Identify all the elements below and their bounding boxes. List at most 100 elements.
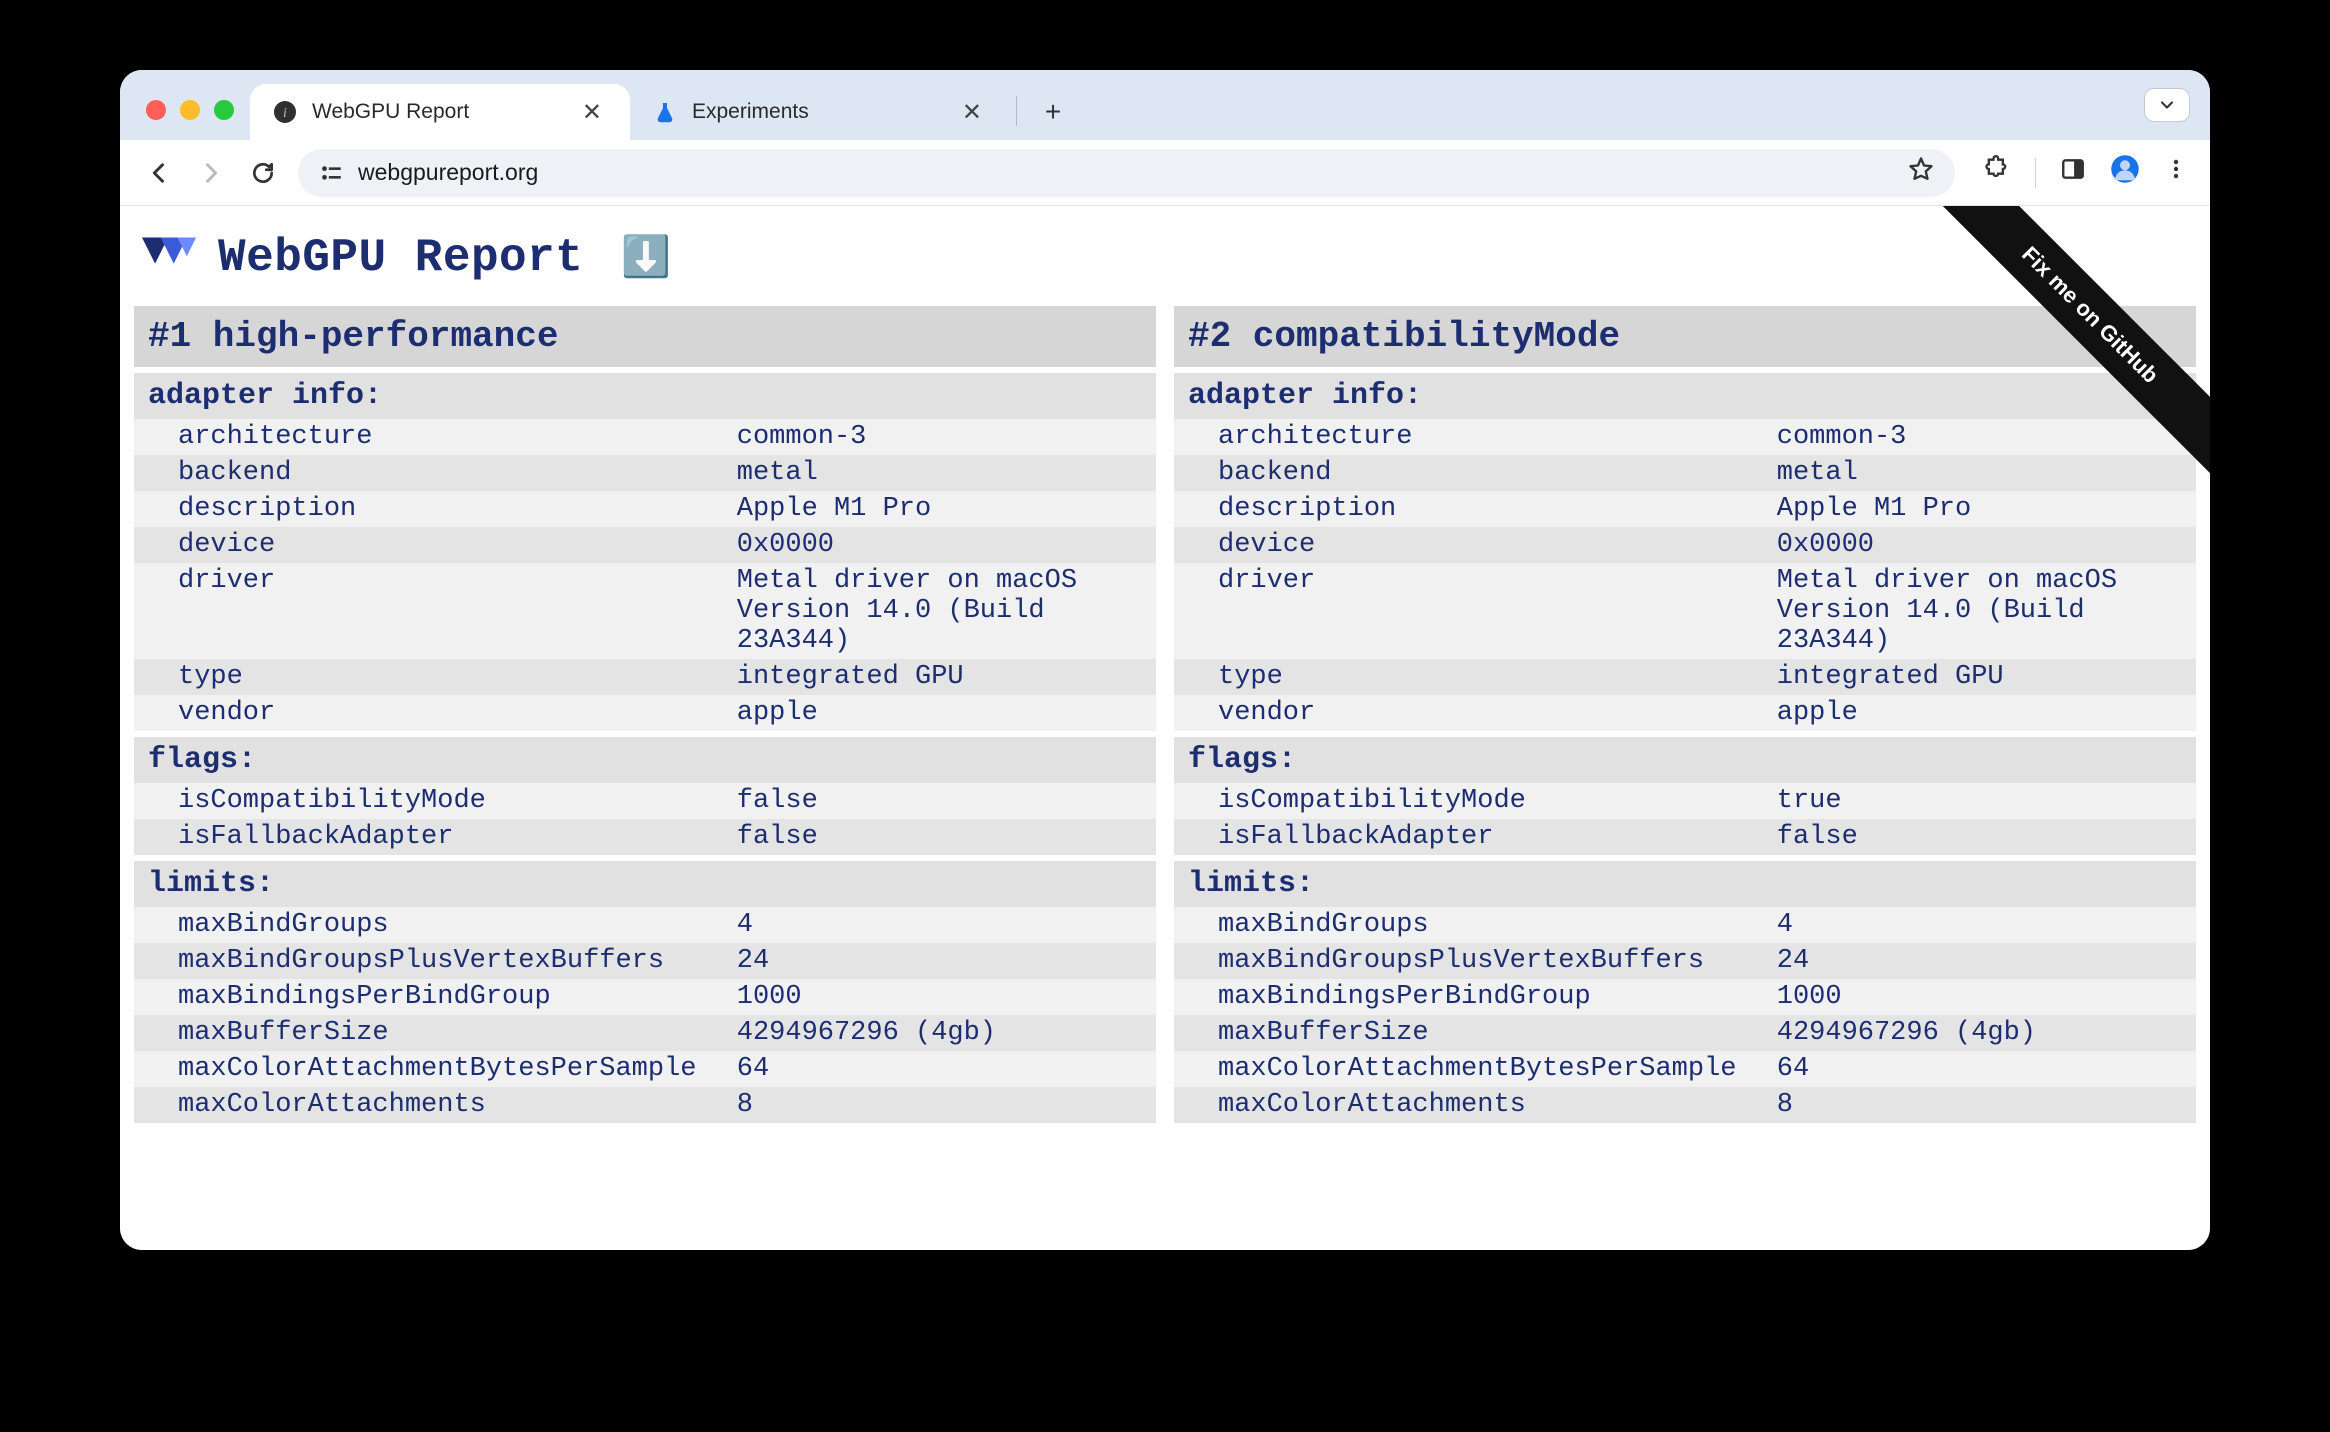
row-value: 24 [1767,943,2196,979]
row-key: backend [134,455,727,491]
tab-close-button[interactable]: ✕ [956,96,988,129]
toolbar-icons [1973,154,2188,191]
tab-separator [1016,96,1017,126]
row-value: integrated GPU [1767,659,2196,695]
row-key: backend [1174,455,1767,491]
window-minimize-button[interactable] [180,100,200,120]
row-value: 1000 [727,979,1156,1015]
window-controls [134,100,250,140]
row-value: 4 [1767,907,2196,943]
table-row: maxBindingsPerBindGroup1000 [134,979,1156,1015]
page-header: WebGPU Report ⬇️ [120,206,2210,306]
adapter-heading: #1 high-performance [134,306,1156,367]
row-value: true [1767,783,2196,819]
table-row: vendorapple [134,695,1156,731]
tab-title: Experiments [692,100,942,124]
row-key: isFallbackAdapter [1174,819,1767,855]
tabs-dropdown-button[interactable] [2144,88,2190,122]
url-field[interactable]: webgpureport.org [298,149,1955,197]
table-row: isCompatibilityModetrue [1174,783,2196,819]
row-key: vendor [1174,695,1767,731]
browser-window: i WebGPU Report ✕ Experiments ✕ + [120,70,2210,1250]
row-key: maxBufferSize [1174,1015,1767,1051]
sidepanel-icon[interactable] [2060,156,2086,189]
data-table: architecturecommon-3backendmetaldescript… [1174,419,2196,731]
row-value: 8 [1767,1087,2196,1123]
row-key: maxBindingsPerBindGroup [1174,979,1767,1015]
address-bar: webgpureport.org [120,140,2210,206]
table-row: architecturecommon-3 [1174,419,2196,455]
table-row: vendorapple [1174,695,2196,731]
tab-close-button[interactable]: ✕ [576,96,608,129]
row-value: Apple M1 Pro [727,491,1156,527]
row-key: device [1174,527,1767,563]
row-key: isCompatibilityMode [134,783,727,819]
section-title: adapter info: [1174,373,2196,419]
tab-experiments[interactable]: Experiments ✕ [630,84,1010,140]
row-key: description [1174,491,1767,527]
table-row: descriptionApple M1 Pro [134,491,1156,527]
row-key: architecture [134,419,727,455]
data-table: isCompatibilityModefalseisFallbackAdapte… [134,783,1156,855]
section-title: limits: [134,861,1156,907]
table-row: device0x0000 [1174,527,2196,563]
row-value: integrated GPU [727,659,1156,695]
table-row: driverMetal driver on macOS Version 14.0… [134,563,1156,659]
forward-button[interactable] [194,156,228,190]
row-value: apple [727,695,1156,731]
url-text: webgpureport.org [358,159,538,186]
row-key: device [134,527,727,563]
table-row: maxBindGroupsPlusVertexBuffers24 [1174,943,2196,979]
site-info-icon[interactable] [318,163,344,183]
row-key: maxBindGroupsPlusVertexBuffers [134,943,727,979]
row-value: 0x0000 [1767,527,2196,563]
back-button[interactable] [142,156,176,190]
table-row: maxBindGroups4 [1174,907,2196,943]
row-key: maxColorAttachments [134,1087,727,1123]
row-value: 4294967296 (4gb) [727,1015,1156,1051]
row-value: common-3 [727,419,1156,455]
bookmark-star-icon[interactable] [1907,155,1935,190]
window-close-button[interactable] [146,100,166,120]
adapter-columns: #1 high-performanceadapter info:architec… [120,306,2210,1123]
adapter-column: #1 high-performanceadapter info:architec… [134,306,1156,1123]
divider [2035,158,2036,188]
row-value: 4 [727,907,1156,943]
table-row: device0x0000 [134,527,1156,563]
row-key: maxBufferSize [134,1015,727,1051]
row-key: maxColorAttachmentBytesPerSample [134,1051,727,1087]
table-row: maxColorAttachmentBytesPerSample64 [1174,1051,2196,1087]
data-table: maxBindGroups4maxBindGroupsPlusVertexBuf… [134,907,1156,1123]
table-row: typeintegrated GPU [134,659,1156,695]
tab-bar: i WebGPU Report ✕ Experiments ✕ + [120,70,2210,140]
profile-avatar[interactable] [2110,154,2140,191]
row-key: maxColorAttachments [1174,1087,1767,1123]
data-table: isCompatibilityModetrueisFallbackAdapter… [1174,783,2196,855]
table-row: maxBindingsPerBindGroup1000 [1174,979,2196,1015]
tab-webgpu-report[interactable]: i WebGPU Report ✕ [250,84,630,140]
table-row: maxBindGroupsPlusVertexBuffers24 [134,943,1156,979]
adapter-heading: #2 compatibilityMode [1174,306,2196,367]
data-table: maxBindGroups4maxBindGroupsPlusVertexBuf… [1174,907,2196,1123]
page-content: WebGPU Report ⬇️ Fix me on GitHub #1 hig… [120,206,2210,1250]
row-value: Metal driver on macOS Version 14.0 (Buil… [727,563,1156,659]
table-row: typeintegrated GPU [1174,659,2196,695]
window-maximize-button[interactable] [214,100,234,120]
row-value: apple [1767,695,2196,731]
row-key: driver [1174,563,1767,659]
reload-button[interactable] [246,156,280,190]
table-row: backendmetal [134,455,1156,491]
row-value: 64 [727,1051,1156,1087]
page-title: WebGPU Report [218,232,583,284]
row-value: 8 [727,1087,1156,1123]
section-title: flags: [1174,737,2196,783]
table-row: maxBufferSize4294967296 (4gb) [134,1015,1156,1051]
row-key: maxBindingsPerBindGroup [134,979,727,1015]
extensions-icon[interactable] [1983,155,2011,190]
download-button[interactable]: ⬇️ [621,233,671,283]
new-tab-button[interactable]: + [1033,92,1073,132]
kebab-menu-icon[interactable] [2164,157,2188,188]
row-key: maxColorAttachmentBytesPerSample [1174,1051,1767,1087]
table-row: driverMetal driver on macOS Version 14.0… [1174,563,2196,659]
tab-favicon-icon: i [272,99,298,125]
